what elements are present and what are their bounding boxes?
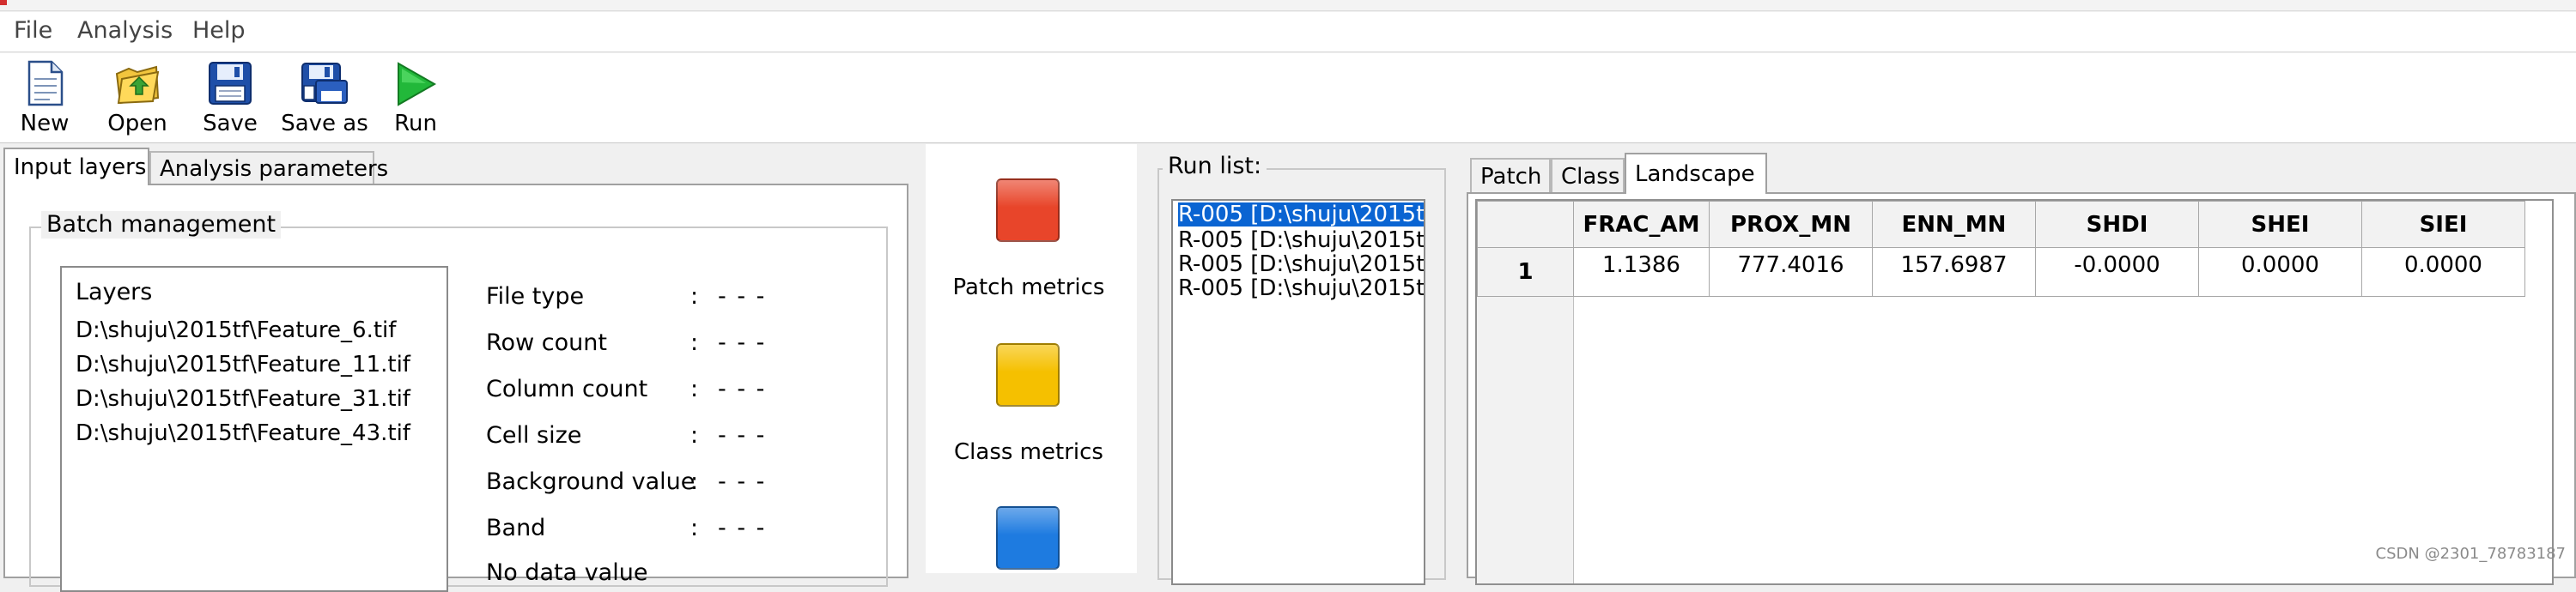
row-header[interactable]: 1 [1477,247,1574,297]
landscape-metrics-button[interactable] [996,506,1060,570]
layers-header: Layers [76,279,153,305]
class-metrics-button[interactable] [996,343,1060,407]
column-count-value: - - - [718,376,767,402]
patch-metrics-label: Patch metrics [952,275,1105,300]
window-title-strip [0,0,2576,11]
app-icon [0,0,7,5]
save-button[interactable]: Save [197,57,263,141]
table-cell[interactable]: -0.0000 [2035,247,2199,297]
batch-management-title: Batch management [41,211,282,239]
cell-size-value: - - - [718,422,767,449]
open-folder-icon [115,65,160,105]
background-value-colon: : [690,468,699,495]
save-as-icon [301,63,348,104]
column-header[interactable]: SHEI [2198,201,2362,248]
layer-item[interactable]: D:\shuju\2015tf\Feature_43.tif [76,419,410,448]
header-row: FRAC_AM PROX_MN ENN_MN SHDI SHEI SIEI [1477,201,2525,248]
table-cell[interactable]: 157.6987 [1872,247,2036,297]
layer-item[interactable]: D:\shuju\2015tf\Feature_31.tif [76,384,410,414]
row-count-colon: : [690,329,699,356]
run-item[interactable]: R-005 [D:\shuju\2015tf [1178,276,1424,300]
no-data-value-label: No data value [486,559,648,586]
file-type-colon: : [690,283,699,310]
save-as-button[interactable]: Save as [280,57,369,141]
new-button[interactable]: New [12,57,77,141]
save-label: Save [203,111,258,136]
tab-class[interactable]: Class [1551,158,1625,194]
watermark: CSDN @2301_78783187 [2375,545,2566,563]
layer-item[interactable]: D:\shuju\2015tf\Feature_6.tif [76,316,396,345]
results-grid[interactable]: FRAC_AM PROX_MN ENN_MN SHDI SHEI SIEI 1 … [1475,199,2554,585]
run-list-title: Run list: [1163,153,1267,180]
column-header[interactable]: SIEI [2361,201,2525,248]
menu-analysis[interactable]: Analysis [74,15,176,46]
menu-file[interactable]: File [10,15,56,46]
band-value: - - - [718,515,767,541]
file-type-label: File type [486,283,585,310]
column-header[interactable]: ENN_MN [1872,201,2036,248]
menu-help[interactable]: Help [189,15,249,46]
results-table: FRAC_AM PROX_MN ENN_MN SHDI SHEI SIEI 1 … [1477,201,2525,297]
row-count-label: Row count [486,329,607,356]
layer-item[interactable]: D:\shuju\2015tf\Feature_11.tif [76,350,410,379]
table-cell[interactable]: 0.0000 [2198,247,2362,297]
layers-listbox[interactable]: Layers D:\shuju\2015tf\Feature_6.tif D:\… [60,266,448,592]
save-as-label: Save as [281,111,368,136]
band-label: Band [486,515,546,541]
tab-patch[interactable]: Patch [1470,158,1551,194]
run-listbox[interactable]: R-005 [D:\shuju\2015tf R-005 [D:\shuju\2… [1171,199,1425,585]
column-header[interactable]: PROX_MN [1709,201,1873,248]
column-count-colon: : [690,376,699,402]
column-count-label: Column count [486,376,648,402]
column-header[interactable]: FRAC_AM [1573,201,1710,248]
run-item[interactable]: R-005 [D:\shuju\2015tf [1178,252,1424,276]
column-header[interactable]: SHDI [2035,201,2199,248]
menu-bar: File Analysis Help [0,12,2576,52]
run-button[interactable]: Run [388,57,443,141]
run-label: Run [394,111,437,136]
open-button[interactable]: Open [101,57,173,141]
tab-landscape[interactable]: Landscape [1625,153,1767,194]
cell-size-colon: : [690,422,699,449]
table-row: 1 1.1386 777.4016 157.6987 -0.0000 0.000… [1477,247,2525,297]
new-label: New [20,111,70,136]
class-metrics-label: Class metrics [954,439,1103,465]
cell-size-label: Cell size [486,422,582,449]
file-type-value: - - - [718,283,767,310]
band-colon: : [690,515,699,541]
background-value-label: Background value [486,468,696,495]
corner-cell [1477,201,1574,248]
patch-metrics-button[interactable] [996,178,1060,242]
run-play-icon [398,62,437,106]
new-file-icon [27,60,64,106]
table-cell[interactable]: 777.4016 [1709,247,1873,297]
run-item[interactable]: R-005 [D:\shuju\2015tf [1178,228,1424,252]
tab-analysis-parameters[interactable]: Analysis parameters [149,151,388,185]
save-floppy-icon [209,62,252,105]
table-cell[interactable]: 1.1386 [1573,247,1710,297]
table-cell[interactable]: 0.0000 [2361,247,2525,297]
background-value-value: - - - [718,468,767,495]
open-label: Open [107,111,167,136]
row-count-value: - - - [718,329,767,356]
toolbar: New Open Save Save as Run [0,53,2576,143]
run-item[interactable]: R-005 [D:\shuju\2015tf [1176,202,1424,227]
tab-input-layers[interactable]: Input layers [3,148,149,185]
